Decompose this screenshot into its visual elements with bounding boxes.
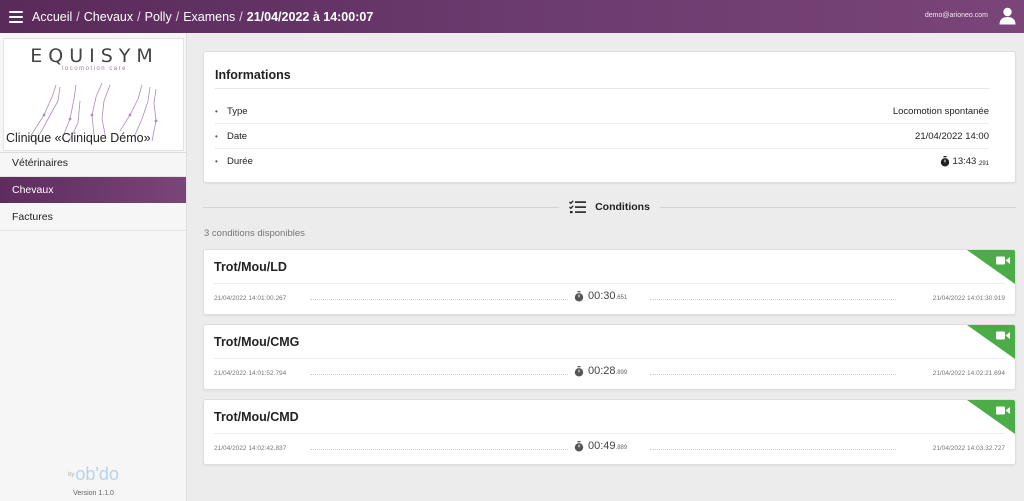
breadcrumb-horse[interactable]: Polly — [145, 10, 172, 24]
conditions-header: Conditions — [203, 197, 1017, 217]
condition-end-time: 21/04/2022 14:03:32.727 — [932, 445, 1005, 452]
condition-start-time: 21/04/2022 14:01:52.794 — [214, 370, 287, 377]
breadcrumb-separator: / — [239, 9, 243, 24]
informations-title: Informations — [215, 68, 291, 82]
breadcrumb-horses[interactable]: Chevaux — [84, 10, 133, 24]
info-value: Locomotion spontanée — [892, 105, 989, 117]
conditions-title: Conditions — [559, 200, 660, 214]
powered-by-brand: ob'do — [75, 464, 119, 484]
duration-main: 00:28 — [588, 365, 616, 377]
breadcrumb-separator: / — [175, 9, 180, 24]
video-camera-icon[interactable] — [996, 256, 1010, 265]
dotted-line — [310, 299, 568, 300]
duration-main: 00:30 — [588, 290, 616, 302]
duration-ms: .651 — [615, 295, 628, 301]
sidebar-item-horses[interactable]: Chevaux — [0, 177, 186, 203]
duration-main: 13:43 — [952, 156, 977, 167]
info-label: Date — [227, 130, 248, 142]
checklist-icon — [569, 200, 587, 214]
condition-duration: 00:28.899 — [574, 365, 627, 377]
breadcrumb-current: 21/04/2022 à 14:00:07 — [246, 9, 374, 24]
video-camera-icon[interactable] — [996, 406, 1010, 415]
condition-name[interactable]: Trot/Mou/LD — [214, 260, 287, 274]
stopwatch-icon — [940, 156, 949, 167]
duration-ms: .899 — [615, 370, 628, 376]
obdo-logo: byob'do — [0, 464, 187, 485]
info-label: Durée — [227, 156, 253, 167]
duration-ms: .889 — [615, 445, 628, 451]
divider — [215, 88, 989, 89]
breadcrumb-separator: / — [137, 9, 141, 24]
divider — [214, 358, 1005, 359]
dotted-line — [310, 449, 568, 450]
sidebar-item-invoices[interactable]: Factures — [0, 204, 186, 230]
bullet-icon: • — [215, 157, 218, 166]
stopwatch-icon — [574, 440, 584, 451]
logo-subtitle: locomotion care — [62, 66, 127, 72]
condition-name[interactable]: Trot/Mou/CMG — [214, 335, 299, 349]
condition-end-time: 21/04/2022 14:02:21.694 — [932, 370, 1005, 377]
bullet-icon: • — [215, 131, 218, 141]
info-row-duration: • Durée 13:43.291 — [215, 149, 989, 174]
dotted-line — [650, 374, 896, 375]
bullet-icon: • — [215, 106, 218, 116]
condition-start-time: 21/04/2022 14:01:00.267 — [214, 295, 287, 302]
condition-duration: 00:49.889 — [574, 440, 627, 452]
dotted-line — [650, 299, 896, 300]
app-version: Version 1.1.0 — [73, 490, 114, 497]
conditions-count: 3 conditions disponibles — [204, 228, 305, 239]
user-icon[interactable] — [999, 7, 1016, 25]
informations-card: Informations • Type Locomotion spontanée… — [203, 51, 1016, 183]
powered-by-prefix: by — [68, 472, 75, 479]
duration-main: 00:49 — [588, 440, 616, 452]
condition-name[interactable]: Trot/Mou/CMD — [214, 410, 299, 424]
breadcrumb-separator: / — [76, 9, 80, 24]
duration-ms: .291 — [977, 160, 989, 167]
video-camera-icon[interactable] — [996, 331, 1010, 340]
info-value: 21/04/2022 14:00 — [915, 130, 989, 142]
conditions-title-text: Conditions — [595, 201, 650, 213]
breadcrumb-home[interactable]: Accueil — [32, 10, 72, 24]
divider — [0, 230, 186, 231]
dotted-line — [650, 449, 896, 450]
info-duration-value: 13:43.291 — [940, 156, 989, 167]
breadcrumb-exams[interactable]: Examens — [183, 10, 235, 24]
divider — [214, 433, 1005, 434]
divider — [659, 206, 1017, 208]
stopwatch-icon — [574, 290, 584, 301]
info-row-type: • Type Locomotion spontanée — [215, 99, 989, 124]
condition-end-time: 21/04/2022 14:01:30.919 — [932, 295, 1005, 302]
sidebar: EQUISYM locomotion care Clinique «Cliniq… — [0, 33, 187, 501]
info-row-date: • Date 21/04/2022 14:00 — [215, 124, 989, 149]
sidebar-item-veterinarians[interactable]: Vétérinaires — [0, 150, 186, 176]
logo-title: EQUISYM — [30, 45, 159, 67]
condition-start-time: 21/04/2022 14:02:42.837 — [214, 445, 287, 452]
divider — [203, 206, 560, 208]
dotted-line — [310, 374, 568, 375]
breadcrumb: Accueil / Chevaux / Polly / Examens / 21… — [32, 10, 373, 24]
hamburger-menu-icon[interactable] — [9, 10, 23, 23]
condition-card[interactable]: Trot/Mou/LD 21/04/2022 14:01:00.267 00:3… — [203, 249, 1016, 315]
divider — [214, 283, 1005, 284]
info-label: Type — [227, 105, 248, 117]
condition-duration: 00:30.651 — [574, 290, 627, 302]
user-email[interactable]: demo@arioneo.com — [925, 12, 988, 19]
top-bar: Accueil / Chevaux / Polly / Examens / 21… — [0, 0, 1024, 33]
clinic-title: Clinique «Clinique Démo» — [6, 131, 151, 145]
condition-card[interactable]: Trot/Mou/CMG 21/04/2022 14:01:52.794 00:… — [203, 324, 1016, 390]
stopwatch-icon — [574, 365, 584, 376]
condition-card[interactable]: Trot/Mou/CMD 21/04/2022 14:02:42.837 00:… — [203, 399, 1016, 465]
